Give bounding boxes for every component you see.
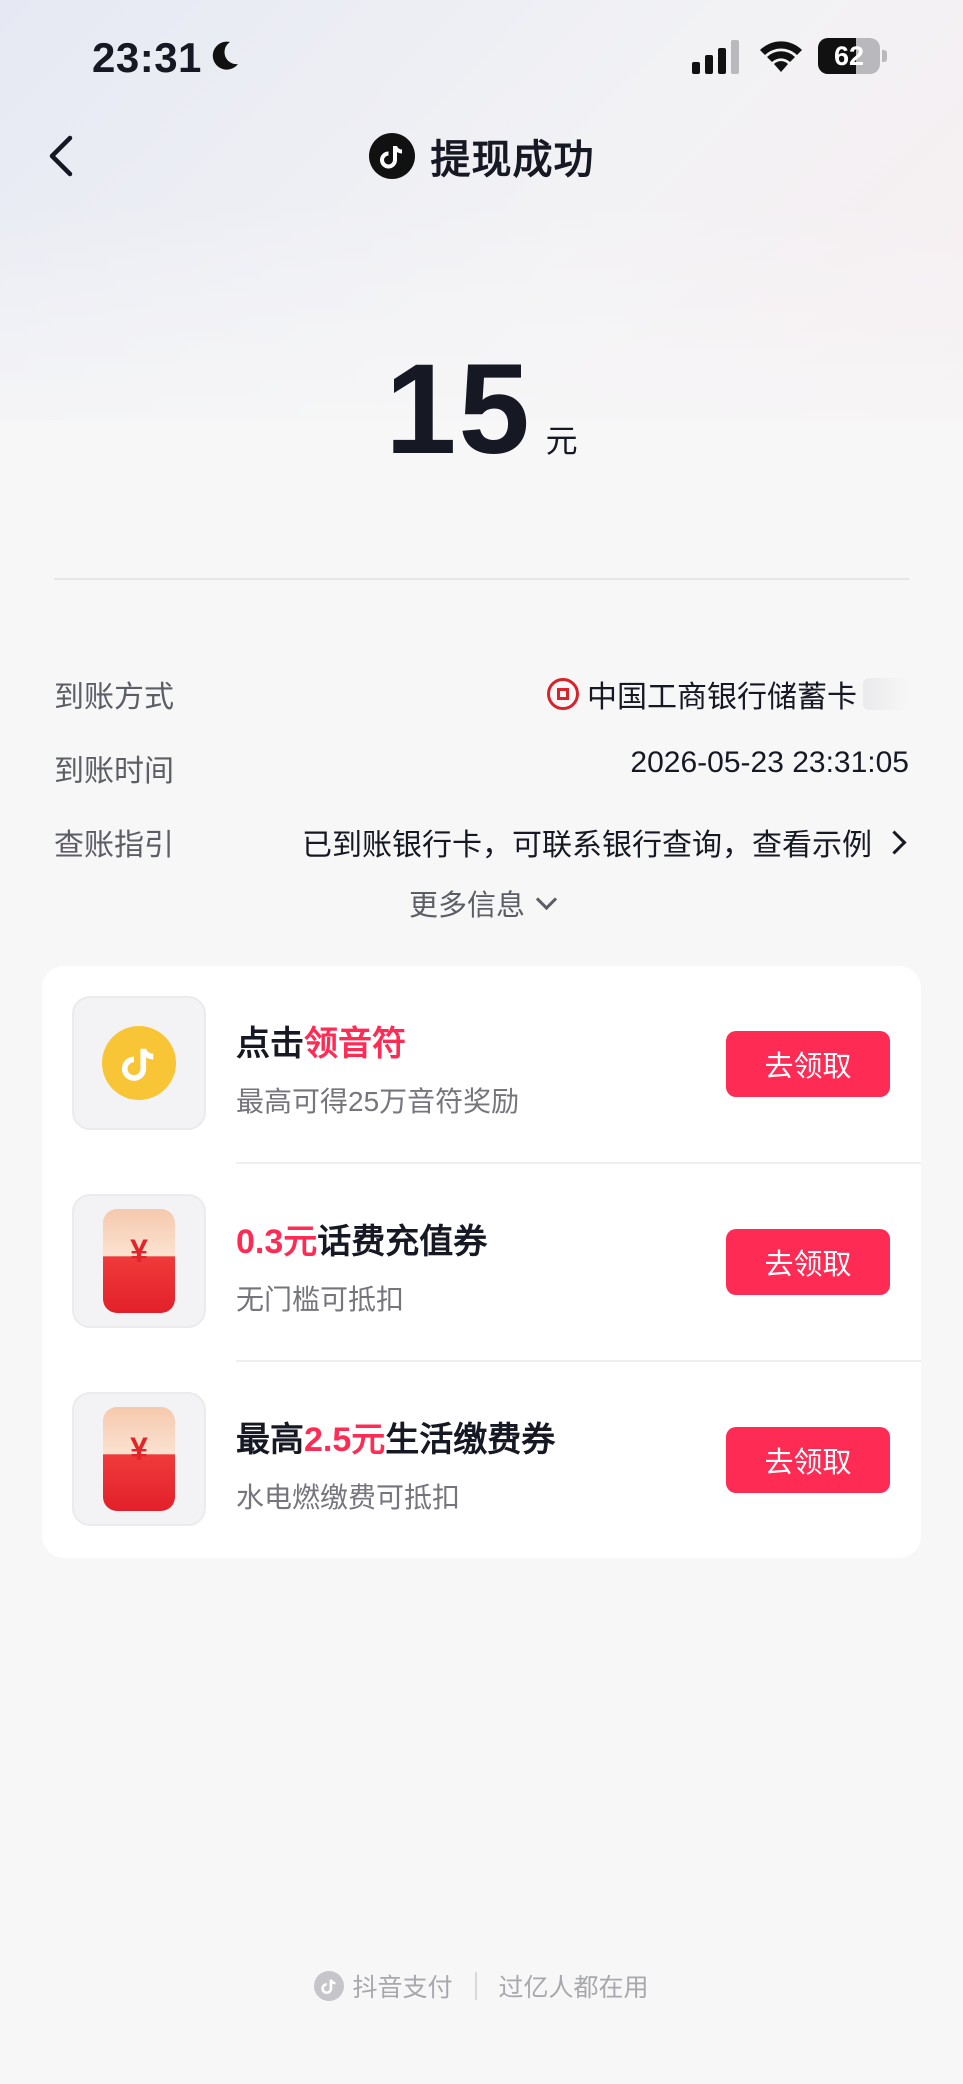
- detail-row-guide[interactable]: 查账指引 已到账银行卡，可联系银行查询，查看示例: [54, 820, 909, 862]
- icbc-bank-icon: [547, 678, 579, 710]
- chevron-down-icon: [535, 888, 558, 911]
- battery-icon: 62: [818, 38, 890, 74]
- moon-icon: [212, 41, 238, 70]
- wifi-icon: [760, 41, 802, 72]
- divider: [474, 1972, 477, 2000]
- detail-value: 中国工商银行储蓄卡: [587, 681, 857, 714]
- battery-percent: 62: [833, 41, 865, 71]
- reward-title: 点击领音符: [236, 1025, 406, 1063]
- reward-subtitle: 无门槛可抵扣: [236, 1284, 405, 1315]
- detail-label: 查账指引: [54, 829, 174, 862]
- reward-subtitle: 最高可得25万音符奖励: [236, 1086, 520, 1117]
- rewards-card: 点击领音符 最高可得25万音符奖励 去领取 ¥ 0.3元话费充值券 无门槛可抵扣…: [42, 966, 921, 1558]
- chevron-right-icon: [882, 829, 907, 855]
- red-envelope-icon: ¥: [103, 1407, 175, 1511]
- view-example-link[interactable]: 已到账银行卡，可联系银行查询，查看示例: [302, 820, 909, 864]
- detail-label: 到账时间: [54, 755, 174, 788]
- claim-button[interactable]: 去领取: [726, 1427, 890, 1493]
- page-title-bar: 提现成功: [0, 125, 963, 187]
- amount-unit: 元: [545, 423, 578, 459]
- footer-slogan: 过亿人都在用: [498, 1974, 649, 2002]
- detail-value: 已到账银行卡，可联系银行查询，查看示例: [302, 829, 872, 862]
- more-info-toggle[interactable]: 更多信息: [0, 882, 963, 924]
- reward-item: ¥ 最高2.5元生活缴费券 水电燃缴费可抵扣 去领取: [42, 1362, 921, 1526]
- cellular-signal-icon: [692, 40, 739, 74]
- footer-brand: 抖音支付: [352, 1974, 453, 2002]
- reward-title: 0.3元话费充值券: [236, 1223, 488, 1261]
- reward-thumbnail: [72, 996, 206, 1130]
- detail-value-container: 中国工商银行储蓄卡: [547, 672, 909, 716]
- detail-value-container: 2026-05-23 23:31:05: [630, 746, 909, 780]
- reward-item: ¥ 0.3元话费充值券 无门槛可抵扣 去领取: [42, 1164, 921, 1328]
- more-info-label: 更多信息: [408, 890, 525, 922]
- reward-item: 点击领音符 最高可得25万音符奖励 去领取: [42, 966, 921, 1130]
- footer: 抖音支付 过亿人都在用: [0, 1968, 963, 2004]
- claim-button[interactable]: 去领取: [726, 1031, 890, 1097]
- reward-title: 最高2.5元生活缴费券: [236, 1421, 556, 1459]
- claim-button[interactable]: 去领取: [726, 1229, 890, 1295]
- page-title: 提现成功: [430, 138, 595, 182]
- detail-row-method: 到账方式 中国工商银行储蓄卡: [54, 672, 909, 714]
- douyin-logo-icon: [314, 1971, 345, 2001]
- masked-card-number: [863, 678, 909, 710]
- douyin-logo-icon: [368, 133, 415, 179]
- red-envelope-icon: ¥: [103, 1209, 175, 1313]
- status-time: 23:31: [92, 34, 202, 81]
- status-bar: 23:31 62: [0, 0, 963, 110]
- detail-value: 2026-05-23 23:31:05: [630, 746, 909, 779]
- detail-row-time: 到账时间 2026-05-23 23:31:05: [54, 746, 909, 788]
- reward-subtitle: 水电燃缴费可抵扣: [236, 1482, 461, 1513]
- amount-value: 15: [385, 338, 532, 481]
- detail-label: 到账方式: [54, 681, 174, 714]
- reward-thumbnail: ¥: [72, 1392, 206, 1526]
- music-note-coin-icon: [102, 1026, 176, 1100]
- amount-display: 15 元: [0, 338, 963, 481]
- divider: [54, 578, 909, 580]
- reward-thumbnail: ¥: [72, 1194, 206, 1328]
